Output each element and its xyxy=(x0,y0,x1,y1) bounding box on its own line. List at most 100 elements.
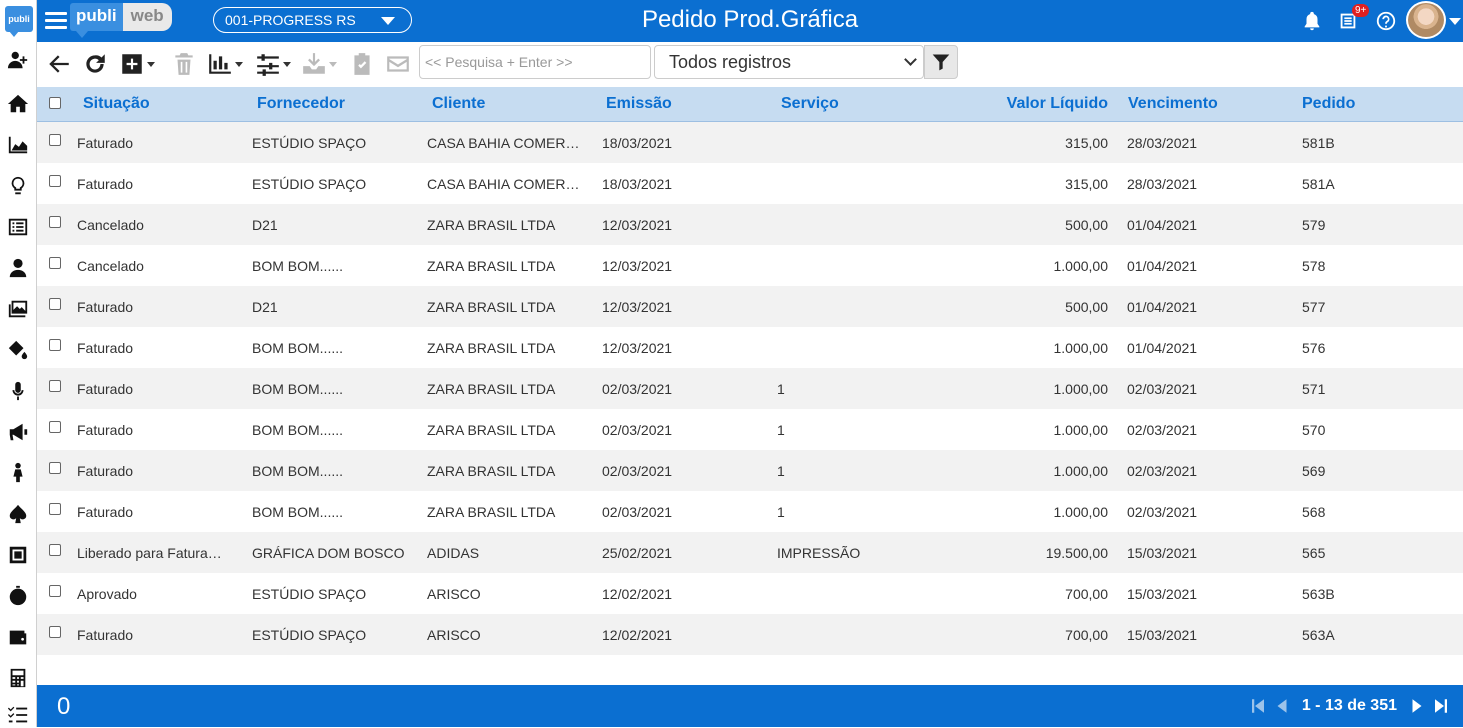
search-input[interactable] xyxy=(419,45,651,79)
table-row[interactable]: Faturado D21 ZARA BRASIL LTDA 12/03/2021 500… xyxy=(37,286,1463,327)
row-checkbox[interactable] xyxy=(49,298,61,310)
column-header-fornecedor[interactable]: Fornecedor xyxy=(257,87,427,121)
cell-fornecedor: ESTÚDIO SPAÇO xyxy=(252,626,367,643)
refresh-icon xyxy=(86,54,105,73)
user-avatar[interactable] xyxy=(1406,1,1446,39)
publi-logo[interactable]: publi xyxy=(5,6,33,37)
row-checkbox[interactable] xyxy=(49,421,61,433)
cell-emissao: 25/02/2021 xyxy=(602,544,673,561)
refresh-button[interactable] xyxy=(82,50,108,78)
cell-situacao: Faturado xyxy=(77,380,134,397)
table-row[interactable]: Cancelado D21 ZARA BRASIL LTDA 12/03/2021 50… xyxy=(37,204,1463,245)
next-page-icon[interactable] xyxy=(1407,694,1427,718)
megaphone-icon[interactable] xyxy=(5,419,31,445)
select-all-checkbox[interactable] xyxy=(49,97,61,109)
help-icon[interactable] xyxy=(1373,8,1399,34)
person-icon[interactable] xyxy=(5,460,31,486)
column-header-situacao[interactable]: Situação xyxy=(83,87,253,121)
row-checkbox[interactable] xyxy=(49,257,61,269)
microphone-icon[interactable] xyxy=(5,378,31,404)
wallet-icon[interactable] xyxy=(5,624,31,650)
cell-vencimento: 02/03/2021 xyxy=(1127,380,1198,397)
previous-page-icon[interactable] xyxy=(1272,694,1292,718)
cell-situacao: Faturado xyxy=(77,626,134,643)
cell-fornecedor: BOM BOM...... xyxy=(252,421,344,438)
calculator-icon[interactable] xyxy=(5,665,31,691)
paint-bucket-icon[interactable] xyxy=(5,337,31,363)
user-tie-icon[interactable] xyxy=(5,255,31,281)
column-header-cliente[interactable]: Cliente xyxy=(432,87,587,121)
last-page-icon[interactable] xyxy=(1431,694,1451,718)
table-row[interactable]: Aprovado ESTÚDIO SPAÇO ARISCO 12/02/2021 700… xyxy=(37,573,1463,614)
add-user-icon[interactable] xyxy=(5,47,31,73)
cell-fornecedor: GRÁFICA DOM BOSCO xyxy=(252,544,405,561)
bell-icon[interactable] xyxy=(1299,8,1325,34)
table-row[interactable]: Faturado BOM BOM...... ZARA BRASIL LTDA 02/… xyxy=(37,409,1463,450)
spade-icon[interactable] xyxy=(5,501,31,527)
cell-pedido: 568 xyxy=(1302,503,1326,520)
row-checkbox[interactable] xyxy=(49,462,61,474)
company-select-value: 001-PROGRESS RS xyxy=(225,12,356,28)
row-checkbox[interactable] xyxy=(49,626,61,638)
table-row[interactable]: Faturado BOM BOM...... ZARA BRASIL LTDA 02/… xyxy=(37,491,1463,532)
cell-situacao: Liberado para Fatura… xyxy=(77,544,222,561)
table-row[interactable]: Faturado BOM BOM...... ZARA BRASIL LTDA 12/… xyxy=(37,327,1463,368)
cell-fornecedor: BOM BOM...... xyxy=(252,462,344,479)
table-row[interactable]: Liberado para Fatura… GRÁFICA DOM BOSCO AD… xyxy=(37,532,1463,573)
row-checkbox[interactable] xyxy=(49,585,61,597)
cell-vencimento: 15/03/2021 xyxy=(1127,626,1198,643)
add-button[interactable] xyxy=(119,50,155,78)
photo-icon[interactable] xyxy=(5,296,31,322)
column-header-valor-liquido[interactable]: Valor Líquido xyxy=(927,87,1108,121)
caret-down-icon xyxy=(147,61,155,67)
row-checkbox[interactable] xyxy=(49,380,61,392)
filter-button[interactable] xyxy=(924,45,958,79)
area-chart-icon[interactable] xyxy=(5,132,31,158)
row-checkbox[interactable] xyxy=(49,175,61,187)
settings-sliders-button[interactable] xyxy=(255,50,291,78)
lightbulb-icon[interactable] xyxy=(5,173,31,199)
cell-situacao: Faturado xyxy=(77,175,134,192)
column-header-emissao[interactable]: Emissão xyxy=(606,87,756,121)
cell-cliente: ZARA BRASIL LTDA xyxy=(427,462,556,479)
stopwatch-icon[interactable] xyxy=(5,583,31,609)
column-header-pedido[interactable]: Pedido xyxy=(1302,87,1452,121)
email-button[interactable] xyxy=(385,50,411,78)
cell-fornecedor: BOM BOM...... xyxy=(252,380,344,397)
cell-fornecedor: BOM BOM...... xyxy=(252,503,344,520)
table-header: Situação Fornecedor Cliente Emissão Serv… xyxy=(37,87,1463,122)
cell-emissao: 12/03/2021 xyxy=(602,216,673,233)
square-icon[interactable] xyxy=(5,542,31,568)
hamburger-menu-icon[interactable] xyxy=(45,8,67,32)
cell-vencimento: 01/04/2021 xyxy=(1127,298,1198,315)
clipboard-check-button[interactable] xyxy=(349,50,375,78)
table-row[interactable]: Faturado BOM BOM...... ZARA BRASIL LTDA 02/… xyxy=(37,450,1463,491)
cell-cliente: ZARA BRASIL LTDA xyxy=(427,339,556,356)
cell-vencimento: 01/04/2021 xyxy=(1127,216,1198,233)
table-row[interactable]: Cancelado BOM BOM...... ZARA BRASIL LTDA 12… xyxy=(37,245,1463,286)
table-row[interactable]: Faturado ESTÚDIO SPAÇO CASA BAHIA COMER… 18… xyxy=(37,122,1463,163)
row-checkbox[interactable] xyxy=(49,339,61,351)
first-page-icon[interactable] xyxy=(1248,694,1268,718)
column-header-vencimento[interactable]: Vencimento xyxy=(1128,87,1288,121)
tasks-icon[interactable] xyxy=(5,702,31,728)
home-icon[interactable] xyxy=(5,91,31,117)
table-row[interactable]: Faturado ESTÚDIO SPAÇO CASA BAHIA COMER… 18… xyxy=(37,163,1463,204)
row-checkbox[interactable] xyxy=(49,544,61,556)
table-row[interactable]: Faturado BOM BOM...... ZARA BRASIL LTDA 02/… xyxy=(37,368,1463,409)
company-select[interactable]: 001-PROGRESS RS xyxy=(213,7,412,33)
row-checkbox[interactable] xyxy=(49,503,61,515)
chart-button[interactable] xyxy=(207,50,243,78)
brand-logo[interactable]: publi web xyxy=(70,3,172,38)
table-row[interactable]: Faturado ESTÚDIO SPAÇO ARISCO 12/02/2021 700… xyxy=(37,614,1463,655)
row-checkbox[interactable] xyxy=(49,134,61,146)
row-checkbox[interactable] xyxy=(49,216,61,228)
cell-vencimento: 01/04/2021 xyxy=(1127,257,1198,274)
back-button[interactable] xyxy=(46,50,72,78)
list-icon[interactable] xyxy=(5,214,31,240)
delete-button[interactable] xyxy=(171,50,197,78)
caret-down-icon[interactable] xyxy=(1449,18,1461,25)
records-filter-select[interactable]: Todos registros xyxy=(654,45,924,79)
import-button[interactable] xyxy=(301,50,337,78)
cell-valor-liquido: 500,00 xyxy=(1065,216,1108,233)
